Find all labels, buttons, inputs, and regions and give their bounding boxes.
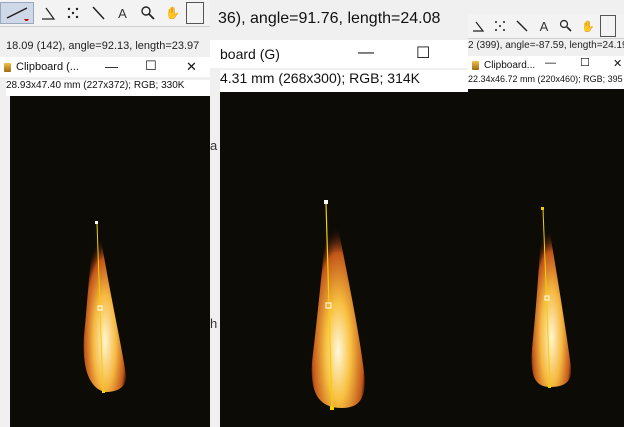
- right-wand-tool-button[interactable]: [512, 15, 532, 37]
- middle-maximize-button[interactable]: ☐: [416, 43, 430, 63]
- left-toolbar: A ✋: [0, 0, 210, 27]
- right-image-info: 22.34x46.72 mm (220x460); RGB; 395: [468, 74, 624, 89]
- right-text-tool-button[interactable]: A: [534, 15, 554, 37]
- multipoint-tool-button[interactable]: [61, 2, 84, 24]
- left-line-handle-top[interactable]: [95, 221, 98, 224]
- middle-image-canvas[interactable]: a h: [210, 92, 468, 427]
- middle-status-text: 36), angle=91.76, length=24.08: [218, 10, 441, 27]
- right-flame-image: [531, 207, 572, 388]
- middle-status-bar: 36), angle=91.76, length=24.08: [210, 0, 468, 38]
- middle-image-info: 4.31 mm (268x300); RGB; 314K: [220, 70, 468, 92]
- multipoint-icon: [67, 7, 78, 19]
- angle-tool-button[interactable]: [36, 2, 59, 24]
- close-button[interactable]: ✕: [186, 59, 197, 75]
- middle-side-glyph-a: a: [210, 138, 218, 153]
- middle-line-handle-top[interactable]: [324, 200, 328, 204]
- right-titlebar: Clipboard... — ☐ ✕: [468, 56, 624, 74]
- right-multipoint-tool-button[interactable]: [490, 15, 510, 37]
- right-status-text: 2 (399), angle=-87.59, length=24.19: [468, 40, 624, 51]
- line-icon: [6, 7, 29, 21]
- right-maximize-button[interactable]: ☐: [580, 56, 590, 69]
- hand-icon: ✋: [165, 6, 180, 20]
- middle-window-title: board (G): [220, 46, 280, 62]
- text-tool-icon: A: [118, 5, 127, 21]
- right-angle-tool-button[interactable]: [468, 15, 488, 37]
- right-window-title: Clipboard...: [484, 59, 536, 71]
- right-wand-icon: [516, 20, 528, 32]
- right-line-handle-top[interactable]: [541, 207, 544, 210]
- middle-titlebar: board (G) — ☐: [210, 40, 468, 68]
- middle-minimize-button[interactable]: —: [358, 44, 374, 62]
- magnifier-icon: [140, 6, 155, 20]
- left-status-text: 18.09 (142), angle=92.13, length=23.97: [6, 40, 200, 52]
- middle-flame: [311, 204, 365, 408]
- wand-tool-button[interactable]: [86, 2, 109, 24]
- right-minimize-button[interactable]: —: [545, 57, 556, 69]
- left-image-info: 28.93x47.40 mm (227x372); RGB; 330K: [6, 80, 210, 96]
- left-window-panel: A ✋ 18.09 (142), angle=92.13, length=23.…: [0, 0, 210, 427]
- right-text-tool-icon: A: [539, 18, 549, 34]
- middle-flame-image: [311, 200, 365, 410]
- left-titlebar: Clipboard (... — ☐ ✕: [0, 57, 210, 77]
- left-line-handle-bottom[interactable]: [102, 390, 105, 393]
- middle-line-handle-bottom[interactable]: [330, 406, 334, 410]
- text-tool-button[interactable]: A: [111, 2, 134, 24]
- line-tool-button[interactable]: [0, 2, 34, 24]
- right-magnifier-tool-button[interactable]: [556, 15, 576, 37]
- color-picker-tool-button[interactable]: [186, 2, 204, 24]
- wand-icon: [91, 6, 105, 20]
- left-image-canvas[interactable]: [10, 96, 210, 427]
- right-close-button[interactable]: ✕: [613, 57, 622, 70]
- imagej-icon: [4, 62, 11, 72]
- magnifier-tool-button[interactable]: [136, 2, 159, 24]
- right-magnifier-icon: [559, 19, 572, 32]
- middle-side-glyph-h: h: [210, 316, 218, 331]
- right-hand-icon: ✋: [581, 20, 595, 33]
- hand-tool-button[interactable]: ✋: [161, 2, 184, 24]
- right-color-picker-tool-button[interactable]: [600, 15, 616, 37]
- right-image-canvas[interactable]: [468, 89, 624, 427]
- right-imagej-icon: [472, 60, 479, 70]
- middle-window-panel: 36), angle=91.76, length=24.08 board (G)…: [210, 0, 468, 427]
- left-flame-image: [83, 221, 126, 393]
- right-flame: [531, 209, 572, 387]
- maximize-button[interactable]: ☐: [145, 58, 157, 74]
- right-toolbar: A ✋: [468, 14, 624, 39]
- right-line-handle-bottom[interactable]: [548, 385, 551, 388]
- angle-icon: [41, 7, 55, 20]
- right-window-panel: A ✋ 2 (399), angle=-87.59, length=24.19 …: [468, 0, 624, 427]
- minimize-button[interactable]: —: [105, 59, 118, 74]
- right-angle-icon: [473, 21, 485, 32]
- left-flame: [83, 221, 126, 392]
- left-window-title: Clipboard (...: [16, 61, 79, 73]
- right-hand-tool-button[interactable]: ✋: [578, 15, 598, 37]
- right-multipoint-icon: [495, 21, 505, 31]
